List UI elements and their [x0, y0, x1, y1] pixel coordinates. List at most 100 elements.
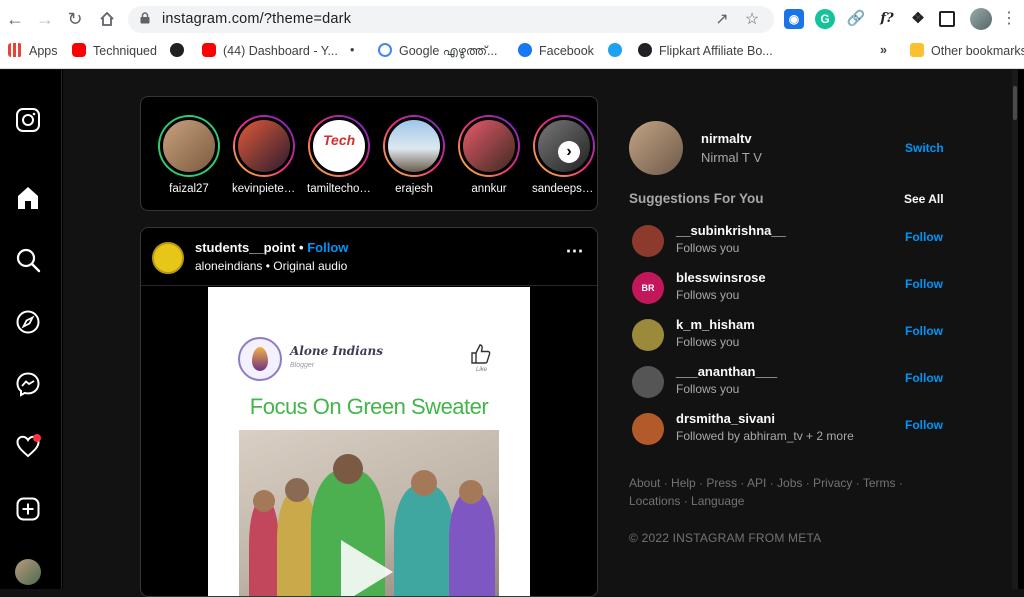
story-avatar — [160, 117, 218, 175]
scrollbar-thumb[interactable] — [1013, 86, 1017, 120]
suggestion-avatar[interactable] — [632, 319, 664, 351]
suggestion-avatar[interactable] — [632, 366, 664, 398]
follow-button[interactable]: Follow — [905, 230, 943, 244]
story-username: faizal27 — [169, 183, 209, 195]
post-author-avatar[interactable] — [152, 242, 184, 274]
google-icon — [378, 43, 392, 57]
forward-icon[interactable]: → — [34, 8, 56, 30]
formula-icon[interactable]: f? — [877, 9, 897, 29]
menu-kebab-icon[interactable]: ⋮ — [998, 8, 1020, 30]
extension-shield-icon[interactable]: ◉ — [784, 9, 804, 29]
search-icon[interactable] — [15, 247, 41, 273]
copyright-text: © 2022 INSTAGRAM FROM META — [629, 531, 822, 545]
post-separator: • — [299, 240, 304, 255]
post-username[interactable]: students__point — [195, 240, 295, 255]
story-username: kevinpieter... — [232, 183, 296, 195]
bookmark-techniqued[interactable]: Techniqued — [72, 43, 157, 59]
youtube-icon — [72, 43, 86, 57]
follow-button[interactable]: Follow — [905, 418, 943, 432]
bookmark-star-icon[interactable]: ☆ — [742, 10, 762, 30]
bookmarks-bar: Apps Techniqued (44) Dashboard - Y... • … — [0, 39, 1024, 63]
person-figure — [449, 492, 495, 596]
explore-icon[interactable] — [15, 309, 41, 335]
grammarly-icon[interactable]: G — [815, 9, 835, 29]
create-post-icon[interactable] — [15, 496, 41, 522]
bookmark-apps[interactable]: Apps — [8, 43, 58, 59]
follow-button[interactable]: Follow — [905, 371, 943, 385]
suggestion-username[interactable]: drsmitha_sivani — [676, 411, 775, 426]
person-head — [285, 478, 309, 502]
story-item[interactable]: annkur — [457, 115, 521, 195]
current-username[interactable]: nirmaltv — [701, 131, 752, 146]
instagram-logo-icon[interactable] — [15, 107, 41, 133]
story-item[interactable]: faizal27 — [157, 115, 221, 195]
suggestion-item: ___ananthan___ Follows you Follow — [629, 362, 949, 402]
address-bar[interactable]: instagram.com/?theme=dark ↗ ☆ — [128, 6, 774, 33]
story-avatar — [235, 117, 293, 175]
see-all-button[interactable]: See All — [904, 192, 944, 206]
bookmark-google-input[interactable]: Google എഴുത്ത്... — [378, 43, 497, 59]
other-bookmarks[interactable]: Other bookmarks — [910, 43, 1024, 59]
post-follow-button[interactable]: Follow — [307, 240, 348, 255]
back-icon[interactable]: ← — [4, 8, 26, 30]
suggestion-item: BR blesswinsrose Follows you Follow — [629, 268, 949, 308]
post-headline: Focus On Green Sweater — [249, 394, 489, 419]
video-thumbnail[interactable] — [239, 430, 499, 596]
stories-next-button[interactable]: › — [558, 141, 580, 163]
feed-post: students__point • Follow aloneindians • … — [140, 227, 598, 597]
switch-account-button[interactable]: Switch — [905, 141, 944, 155]
person-head — [459, 480, 483, 504]
heart-notifications-icon[interactable] — [15, 433, 41, 459]
suggestion-avatar[interactable]: BR — [632, 272, 664, 304]
home-icon[interactable] — [15, 185, 41, 211]
bookmark-dashboard[interactable]: (44) Dashboard - Y... — [202, 43, 338, 59]
blue-circle-icon — [608, 43, 622, 57]
suggestion-avatar[interactable] — [632, 413, 664, 445]
story-item[interactable]: kevinpieter... — [232, 115, 296, 195]
story-item[interactable]: Tech tamiltechof... — [307, 115, 371, 195]
story-username: annkur — [471, 183, 507, 195]
suggestion-username[interactable]: __subinkrishna__ — [676, 223, 786, 238]
suggestion-reason: Followed by abhiram_tv + 2 more — [676, 429, 854, 443]
play-icon[interactable] — [341, 540, 393, 596]
extensions-puzzle-icon[interactable]: ❖ — [908, 9, 928, 29]
profile-avatar[interactable] — [15, 559, 41, 585]
follow-button[interactable]: Follow — [905, 324, 943, 338]
person-head — [333, 454, 363, 484]
side-panel-icon[interactable] — [939, 11, 955, 27]
suggestion-avatar[interactable] — [632, 225, 664, 257]
story-item[interactable]: erajesh — [382, 115, 446, 195]
more-bookmarks[interactable]: » — [880, 43, 887, 59]
current-user-avatar[interactable] — [629, 121, 683, 175]
bookmark-globe[interactable] — [170, 43, 191, 59]
url-text: instagram.com/?theme=dark — [162, 11, 352, 27]
home-icon[interactable] — [96, 8, 118, 30]
stories-tray: faizal27 kevinpieter... Tech tamiltechof… — [140, 96, 598, 211]
bookmark-facebook[interactable]: Facebook — [518, 43, 594, 59]
footer-links[interactable]: About · Help · Press · API · Jobs · Priv… — [629, 474, 949, 510]
suggestion-reason: Follows you — [676, 382, 740, 396]
suggestion-username[interactable]: blesswinsrose — [676, 270, 766, 285]
person-head — [411, 470, 437, 496]
bookmark-blue[interactable] — [608, 43, 629, 59]
profile-avatar-icon[interactable] — [970, 8, 992, 30]
link-icon[interactable]: 🔗 — [846, 9, 866, 29]
person-head — [253, 490, 275, 512]
follow-button[interactable]: Follow — [905, 277, 943, 291]
post-author: students__point • Follow — [195, 240, 348, 255]
suggestion-username[interactable]: k_m_hisham — [676, 317, 755, 332]
youtube-icon — [202, 43, 216, 57]
suggestion-reason: Follows you — [676, 241, 740, 255]
share-icon[interactable]: ↗ — [712, 10, 732, 30]
scrollbar[interactable] — [1012, 70, 1018, 589]
apps-grid-icon — [8, 43, 22, 57]
bookmark-dot[interactable]: • — [350, 43, 354, 59]
messenger-icon[interactable] — [15, 371, 41, 397]
post-media[interactable]: Alone Indians Blogger Like Focus On Gree… — [208, 287, 530, 596]
more-options-icon[interactable]: ⋯ — [565, 242, 585, 264]
bookmark-flipkart[interactable]: Flipkart Affiliate Bo... — [638, 43, 773, 59]
folder-icon — [910, 43, 924, 57]
post-audio-info[interactable]: aloneindians • Original audio — [195, 259, 347, 273]
reload-icon[interactable]: ↻ — [64, 8, 86, 30]
suggestion-username[interactable]: ___ananthan___ — [676, 364, 777, 379]
